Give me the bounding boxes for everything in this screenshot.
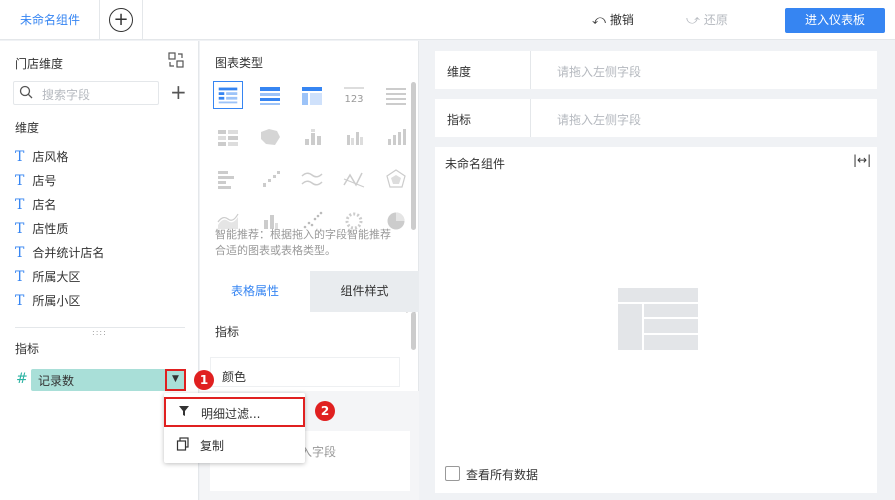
undo-icon: ⤺	[592, 13, 606, 28]
dimension-field[interactable]: T 店号	[15, 171, 56, 191]
copy-icon	[176, 437, 190, 454]
dimension-field[interactable]: T 店名	[15, 195, 56, 215]
detail-filter-label: 明细过滤...	[201, 407, 261, 421]
indicator-drop-row[interactable]: 指标 请拖入左侧字段	[435, 99, 877, 137]
dimension-field[interactable]: T 所属大区	[15, 267, 80, 287]
panel-title: 门店维度	[15, 57, 64, 71]
radar-chart-icon[interactable]	[381, 165, 411, 193]
view-all-data-label: 查看所有数据	[466, 468, 539, 482]
text-type-icon: T	[15, 149, 25, 165]
enter-dashboard-button[interactable]: 进入仪表板	[785, 8, 885, 33]
indicator-section-label: 指标	[15, 342, 40, 356]
number-type-icon: #	[16, 371, 28, 387]
grouped-table-icon[interactable]	[213, 81, 243, 109]
broken-line-icon[interactable]	[339, 165, 369, 193]
indicator-row-label: 指标	[447, 113, 472, 127]
scatter-bar-icon[interactable]	[255, 165, 285, 193]
svg-text:123: 123	[344, 94, 363, 105]
dimension-row-label: 维度	[447, 65, 472, 79]
tab-divider	[142, 0, 143, 40]
dimension-drop-placeholder: 请拖入左侧字段	[557, 65, 642, 79]
row-divider	[530, 99, 531, 137]
add-tab-icon[interactable]: +	[109, 8, 133, 32]
dimension-field[interactable]: T 店性质	[15, 219, 68, 239]
redo-icon: ⤻	[686, 13, 700, 28]
search-field[interactable]: 搜索字段	[13, 81, 159, 105]
dimension-section-label: 维度	[15, 121, 40, 135]
dimension-field[interactable]: T 合并统计店名	[15, 243, 104, 263]
tab-unnamed-component[interactable]: 未命名组件	[0, 0, 100, 40]
field-context-menu: 明细过滤... 复制	[164, 393, 305, 463]
text-type-icon: T	[15, 245, 25, 261]
text-type-icon: T	[15, 197, 25, 213]
add-field-icon[interactable]: +	[170, 81, 187, 103]
text-type-icon: T	[15, 269, 25, 285]
undo-label: 撤销	[609, 13, 634, 27]
property-tabs: 表格属性 组件样式	[200, 271, 419, 312]
detail-filter-menu-item[interactable]: 明细过滤...	[164, 397, 305, 427]
top-bar: 未命名组件 + ⤺ 撤销 ⤻ 还原 进入仪表板	[0, 0, 895, 40]
bar-chart-icon[interactable]	[381, 123, 411, 151]
text-table-icon[interactable]	[381, 81, 411, 109]
expand-width-icon[interactable]: |↔|	[853, 153, 871, 167]
resize-grip-icon[interactable]: ::::	[92, 328, 107, 337]
smart-recommend-hint: 智能推荐：根据拖入的字段智能推荐合适的图表或表格类型。	[215, 228, 391, 257]
dimension-field[interactable]: T 所属小区	[15, 291, 80, 311]
dimension-field[interactable]: T 店风格	[15, 147, 68, 167]
copy-menu-item[interactable]: 复制	[164, 431, 305, 459]
tab-table-properties[interactable]: 表格属性	[200, 271, 310, 312]
search-placeholder: 搜索字段	[42, 88, 91, 102]
empty-table-placeholder-icon	[618, 288, 698, 350]
detail-table-icon[interactable]	[255, 81, 285, 109]
copy-label: 复制	[200, 439, 225, 453]
dimension-drop-row[interactable]: 维度 请拖入左侧字段	[435, 51, 877, 89]
field-menu-dropdown-icon[interactable]: ▼	[165, 369, 186, 391]
step-badge-1: 1	[194, 370, 214, 390]
text-type-icon: T	[15, 173, 25, 189]
step-badge-2: 2	[315, 401, 335, 421]
grouped-bar-icon[interactable]	[339, 123, 369, 151]
heat-table-icon[interactable]	[213, 123, 243, 151]
tab-component-style[interactable]: 组件样式	[310, 271, 419, 312]
property-scrollbar[interactable]	[411, 312, 416, 350]
stacked-bar-icon[interactable]	[297, 123, 327, 151]
switch-table-icon[interactable]	[168, 52, 184, 68]
color-option[interactable]: 颜色	[222, 368, 246, 385]
redo-button[interactable]: ⤻ 还原	[686, 11, 728, 29]
component-title: 未命名组件	[445, 157, 506, 171]
filter-icon	[179, 405, 189, 420]
region-map-icon[interactable]	[255, 123, 285, 151]
horizontal-bar-icon[interactable]	[213, 165, 243, 193]
text-type-icon: T	[15, 221, 25, 237]
search-icon	[19, 85, 33, 103]
metric-field-label: 记录数	[38, 374, 75, 388]
view-all-data-checkbox[interactable]	[445, 466, 460, 481]
chart-type-scrollbar[interactable]	[411, 82, 416, 230]
text-type-icon: T	[15, 293, 25, 309]
cross-table-icon[interactable]	[297, 81, 327, 109]
component-preview: 未命名组件 |↔| 查看所有数据	[435, 147, 877, 493]
drop-zone-text: 入字段	[300, 445, 337, 459]
indicator-section-label: 指标	[215, 325, 240, 339]
row-divider	[530, 51, 531, 89]
undo-button[interactable]: ⤺ 撤销	[592, 11, 634, 29]
kpi-number-icon[interactable]: 123	[339, 81, 369, 109]
indicator-drop-placeholder: 请拖入左侧字段	[557, 113, 642, 127]
line-chart-icon[interactable]	[297, 165, 327, 193]
redo-label: 还原	[703, 13, 728, 27]
chart-type-title: 图表类型	[215, 56, 264, 70]
